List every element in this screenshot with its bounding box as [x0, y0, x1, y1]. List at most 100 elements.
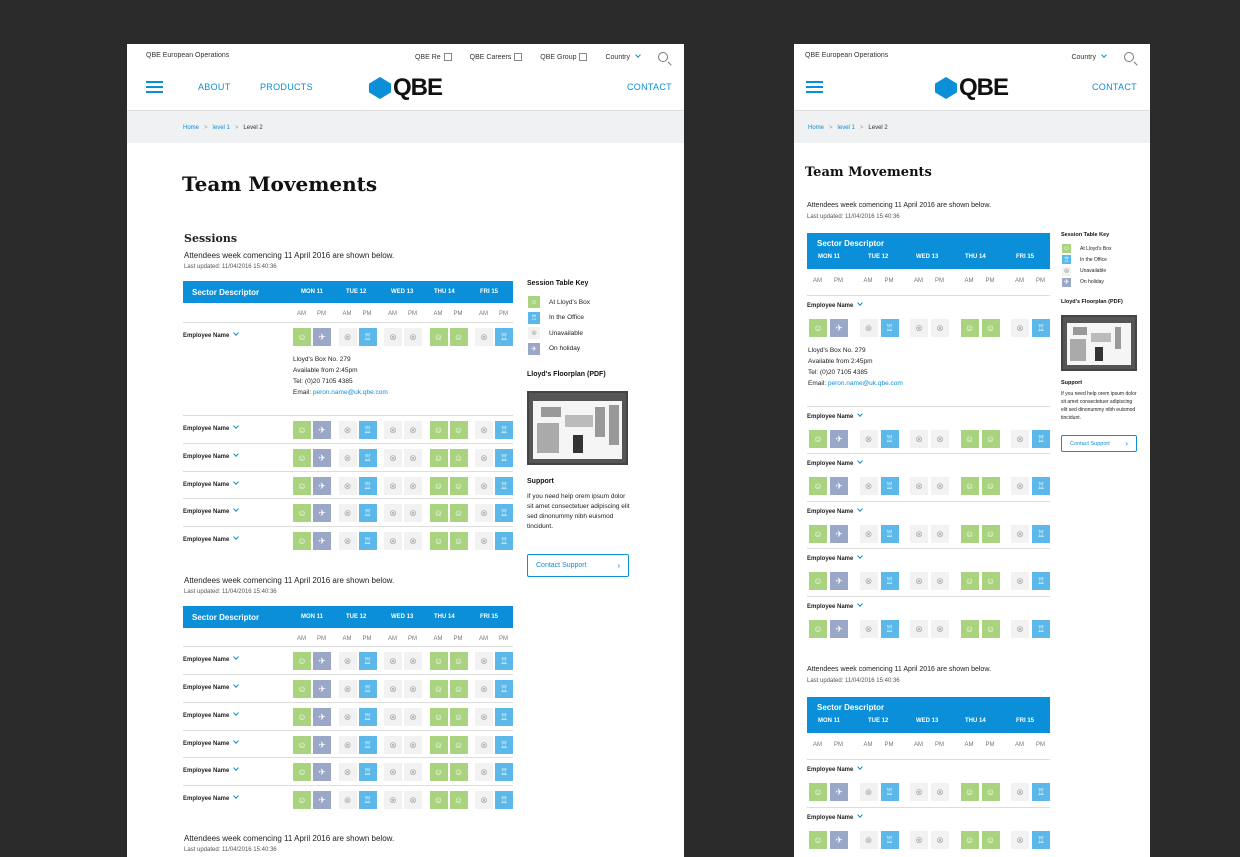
session-cell[interactable]: ⊗ — [859, 430, 878, 448]
nav-contact[interactable]: CONTACT — [627, 82, 672, 92]
session-cell[interactable]: ✈ — [830, 477, 848, 495]
session-cell[interactable]: ⊗ — [1011, 525, 1029, 543]
session-cell[interactable]: ⊗ — [404, 652, 422, 670]
session-cell[interactable]: ⊗ — [931, 620, 949, 638]
employee-name-toggle[interactable]: Employee Name — [807, 812, 864, 821]
session-cell[interactable]: ⊗ — [1011, 319, 1029, 337]
session-cell[interactable]: ⊗ — [384, 449, 402, 467]
session-cell[interactable]: ♖ — [1032, 319, 1050, 337]
search-icon[interactable] — [1124, 52, 1134, 62]
contact-support-button[interactable]: Contact Support › — [527, 554, 629, 577]
breadcrumb-level1[interactable]: level 1 — [213, 125, 230, 131]
breadcrumb-level1[interactable]: level 1 — [838, 125, 855, 131]
session-cell[interactable]: ☺ — [960, 620, 979, 638]
session-cell[interactable]: ♖ — [358, 421, 377, 439]
session-cell[interactable]: ♖ — [1032, 430, 1050, 448]
floorplan-thumbnail[interactable] — [527, 391, 628, 465]
session-cell[interactable]: ♖ — [880, 572, 899, 590]
session-cell[interactable]: ⊗ — [475, 708, 493, 726]
session-cell[interactable]: ⊗ — [338, 532, 357, 550]
session-cell[interactable]: ☺ — [981, 319, 1000, 337]
session-cell[interactable]: ☺ — [981, 783, 1000, 801]
session-cell[interactable]: ⊗ — [384, 708, 402, 726]
session-cell[interactable]: ✈ — [830, 783, 848, 801]
session-cell[interactable]: ⊗ — [338, 421, 357, 439]
session-cell[interactable]: ⊗ — [475, 680, 493, 698]
session-cell[interactable]: ⊗ — [338, 680, 357, 698]
session-cell[interactable]: ☺ — [449, 421, 468, 439]
session-cell[interactable]: ♖ — [495, 708, 513, 726]
session-cell[interactable]: ☺ — [449, 791, 468, 809]
session-cell[interactable]: ⊗ — [1011, 620, 1029, 638]
session-cell[interactable]: ☺ — [429, 449, 448, 467]
session-cell[interactable]: ♖ — [495, 652, 513, 670]
employee-name-toggle[interactable]: Employee Name — [183, 654, 240, 663]
session-cell[interactable]: ✈ — [313, 791, 331, 809]
session-cell[interactable]: ⊗ — [404, 449, 422, 467]
session-cell[interactable]: ☺ — [429, 680, 448, 698]
session-cell[interactable]: ♖ — [358, 680, 377, 698]
session-cell[interactable]: ⊗ — [404, 708, 422, 726]
session-cell[interactable]: ☺ — [981, 525, 1000, 543]
session-cell[interactable]: ☺ — [429, 708, 448, 726]
session-cell[interactable]: ♖ — [495, 421, 513, 439]
session-cell[interactable]: ⊗ — [475, 763, 493, 781]
session-cell[interactable]: ♖ — [880, 477, 899, 495]
session-cell[interactable]: ⊗ — [931, 477, 949, 495]
session-cell[interactable]: ⊗ — [338, 736, 357, 754]
session-cell[interactable]: ☺ — [809, 831, 827, 849]
qbe-logo[interactable]: QBE — [935, 74, 1009, 102]
session-cell[interactable]: ☺ — [449, 449, 468, 467]
session-cell[interactable]: ♖ — [1032, 620, 1050, 638]
session-cell[interactable]: ☺ — [293, 708, 311, 726]
session-cell[interactable]: ♖ — [358, 504, 377, 522]
employee-name-toggle[interactable]: Employee Name — [807, 601, 864, 610]
session-cell[interactable]: ♖ — [880, 525, 899, 543]
session-cell[interactable]: ☺ — [449, 477, 468, 495]
session-cell[interactable]: ☺ — [960, 430, 979, 448]
session-cell[interactable]: ☺ — [449, 504, 468, 522]
employee-name-toggle[interactable]: Employee Name — [807, 411, 864, 420]
session-cell[interactable]: ♖ — [880, 319, 899, 337]
session-cell[interactable]: ⊗ — [859, 319, 878, 337]
session-cell[interactable]: ☺ — [293, 504, 311, 522]
session-cell[interactable]: ♖ — [358, 708, 377, 726]
session-cell[interactable]: ⊗ — [1011, 572, 1029, 590]
session-cell[interactable]: ⊗ — [338, 328, 357, 346]
session-cell[interactable]: ✈ — [830, 319, 848, 337]
session-cell[interactable]: ☺ — [293, 791, 311, 809]
session-cell[interactable]: ⊗ — [931, 525, 949, 543]
session-cell[interactable]: ♖ — [495, 791, 513, 809]
session-cell[interactable]: ♖ — [495, 532, 513, 550]
session-cell[interactable]: ⊗ — [384, 328, 402, 346]
qbe-re-link[interactable]: QBE Re — [415, 53, 452, 61]
session-cell[interactable]: ⊗ — [475, 421, 493, 439]
session-cell[interactable]: ⊗ — [910, 477, 928, 495]
session-cell[interactable]: ♖ — [358, 791, 377, 809]
session-cell[interactable]: ☺ — [293, 421, 311, 439]
session-cell[interactable]: ✈ — [313, 504, 331, 522]
session-cell[interactable]: ☺ — [449, 328, 468, 346]
session-cell[interactable]: ☺ — [981, 572, 1000, 590]
session-cell[interactable]: ⊗ — [931, 831, 949, 849]
session-cell[interactable]: ♖ — [495, 736, 513, 754]
session-cell[interactable]: ☺ — [449, 680, 468, 698]
session-cell[interactable]: ⊗ — [404, 477, 422, 495]
employee-name-toggle[interactable]: Employee Name — [183, 793, 240, 802]
session-cell[interactable]: ⊗ — [910, 620, 928, 638]
session-cell[interactable]: ☺ — [981, 477, 1000, 495]
employee-name-toggle[interactable]: Employee Name — [183, 506, 240, 515]
employee-name-toggle[interactable]: Employee Name — [183, 423, 240, 432]
session-cell[interactable]: ⊗ — [338, 504, 357, 522]
session-cell[interactable]: ⊗ — [384, 680, 402, 698]
session-cell[interactable]: ⊗ — [931, 572, 949, 590]
session-cell[interactable]: ♖ — [1032, 572, 1050, 590]
session-cell[interactable]: ☺ — [449, 532, 468, 550]
session-cell[interactable]: ☺ — [429, 477, 448, 495]
session-cell[interactable]: ✈ — [313, 763, 331, 781]
session-cell[interactable]: ☺ — [960, 831, 979, 849]
session-cell[interactable]: ☺ — [293, 763, 311, 781]
session-cell[interactable]: ⊗ — [475, 449, 493, 467]
session-cell[interactable]: ⊗ — [910, 831, 928, 849]
session-cell[interactable]: ⊗ — [931, 319, 949, 337]
